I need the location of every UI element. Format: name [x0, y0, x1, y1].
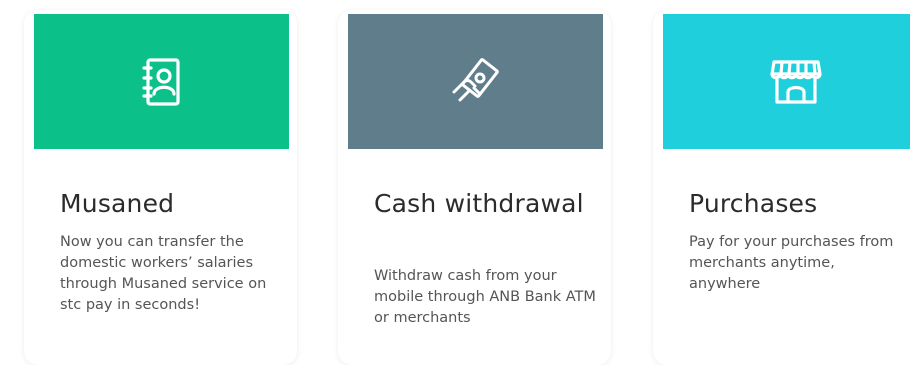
storefront-icon: [768, 54, 824, 110]
contact-book-icon: [134, 54, 190, 110]
card-description: Now you can transfer the domestic worker…: [60, 234, 267, 313]
card-banner: [348, 14, 603, 149]
card-banner: [663, 14, 910, 149]
card-musaned[interactable]: Musaned Now you can transfer the domesti…: [24, 10, 297, 365]
card-description: Pay for your purchases from merchants an…: [689, 234, 894, 292]
hand-cash-icon: [448, 54, 504, 110]
card-banner: [34, 14, 289, 149]
card-title: Purchases: [689, 189, 818, 218]
card-purchases[interactable]: Purchases Pay for your purchases from me…: [653, 10, 910, 365]
card-title: Cash withdrawal: [374, 189, 584, 218]
card-cash-withdrawal[interactable]: Cash withdrawal Withdraw cash from your …: [338, 10, 611, 365]
card-title: Musaned: [60, 189, 175, 218]
card-description: Withdraw cash from your mobile through A…: [374, 268, 596, 326]
